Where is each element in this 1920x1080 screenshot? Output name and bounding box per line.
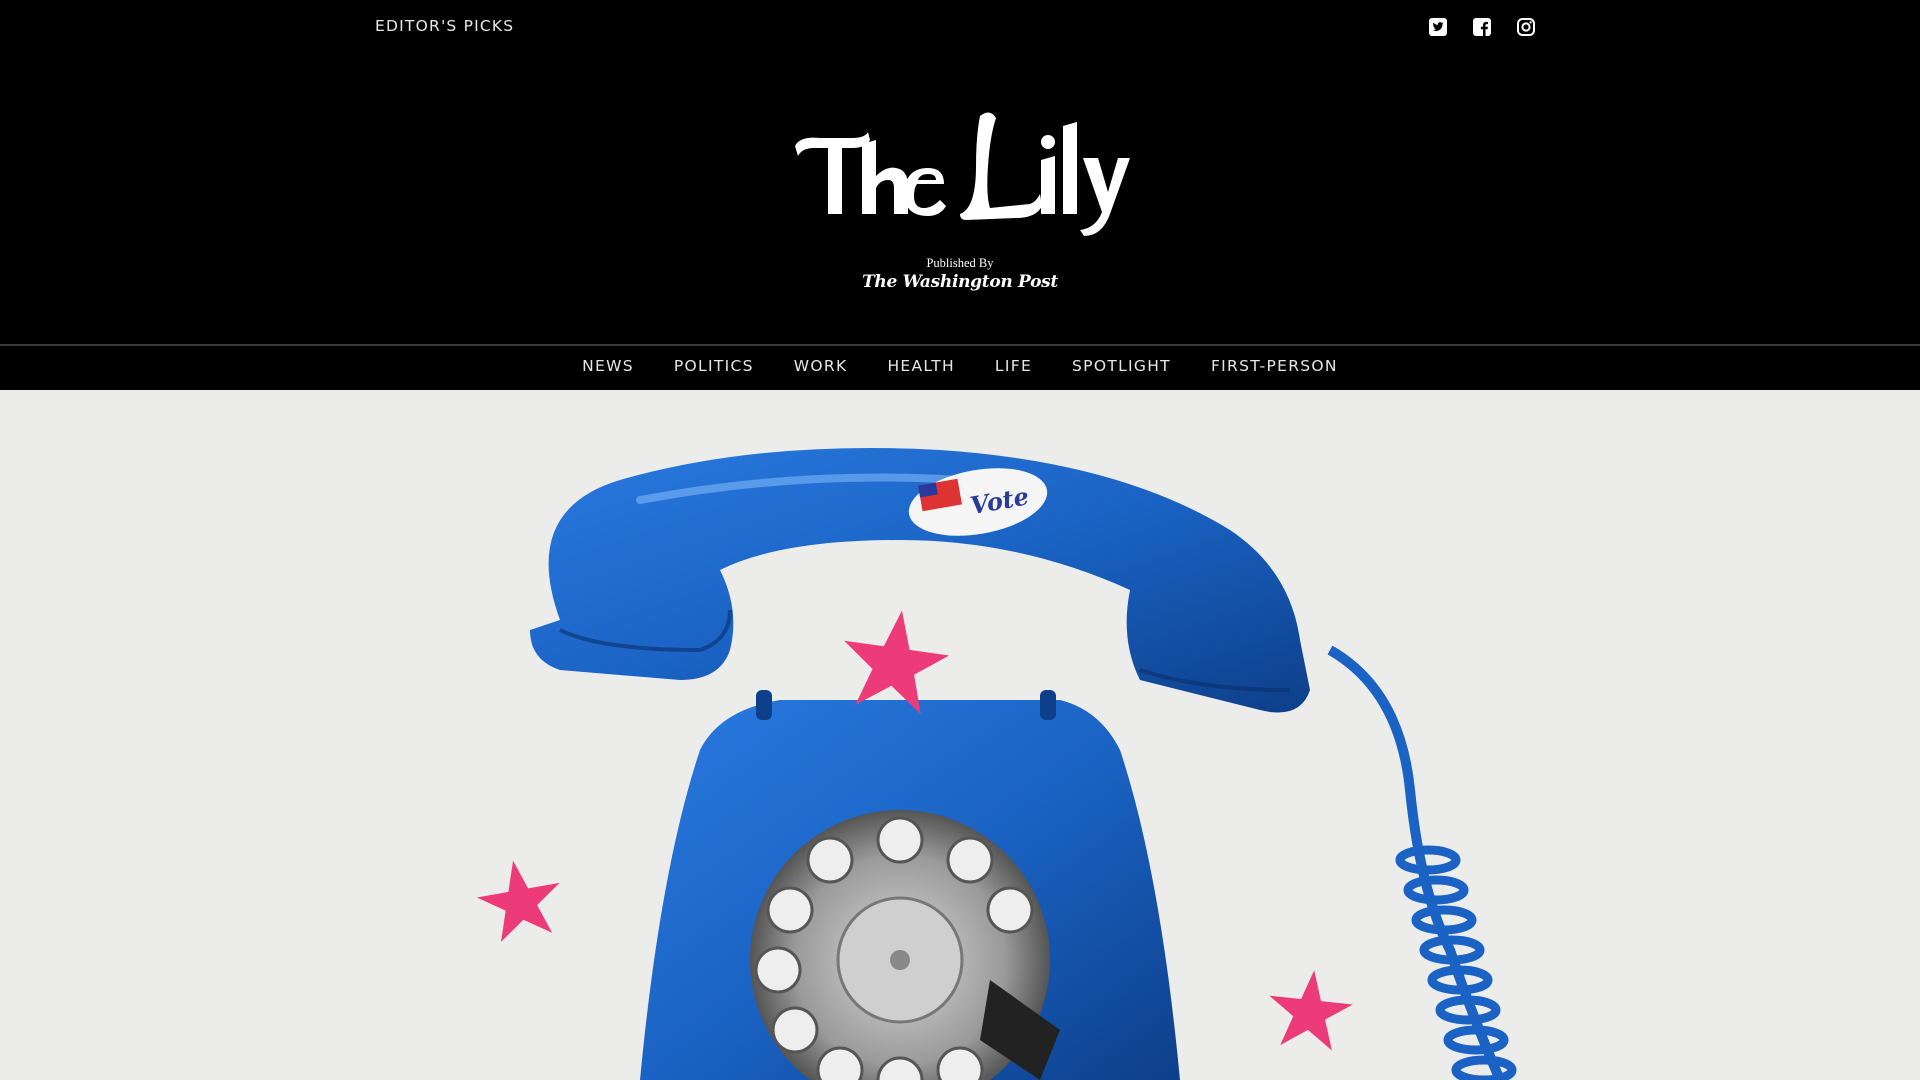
main-nav: NEWS POLITICS WORK HEALTH LIFE SPOTLIGHT… — [0, 344, 1920, 390]
nav-item-politics[interactable]: POLITICS — [674, 357, 754, 375]
the-lily-logo[interactable] — [780, 96, 1140, 236]
masthead: Published By The Washington Post — [0, 56, 1920, 344]
nav-item-first-person[interactable]: FIRST-PERSON — [1211, 357, 1338, 375]
nav-item-spotlight[interactable]: SPOTLIGHT — [1072, 357, 1171, 375]
nav-item-health[interactable]: HEALTH — [887, 357, 954, 375]
twitter-icon[interactable] — [1428, 17, 1448, 37]
nav-item-news[interactable]: NEWS — [582, 357, 634, 375]
nav-item-work[interactable]: WORK — [794, 357, 848, 375]
washington-post-logo[interactable]: The Washington Post — [0, 272, 1920, 292]
hero-image[interactable]: Vote — [0, 390, 1920, 1080]
top-bar: EDITOR'S PICKS — [0, 0, 1920, 56]
nav-item-life[interactable]: LIFE — [995, 357, 1032, 375]
editors-picks-link[interactable]: EDITOR'S PICKS — [375, 17, 514, 35]
phone-base — [640, 690, 1180, 1080]
instagram-icon[interactable] — [1516, 17, 1536, 37]
published-by-label: Published By — [926, 256, 994, 270]
facebook-icon[interactable] — [1472, 17, 1492, 37]
